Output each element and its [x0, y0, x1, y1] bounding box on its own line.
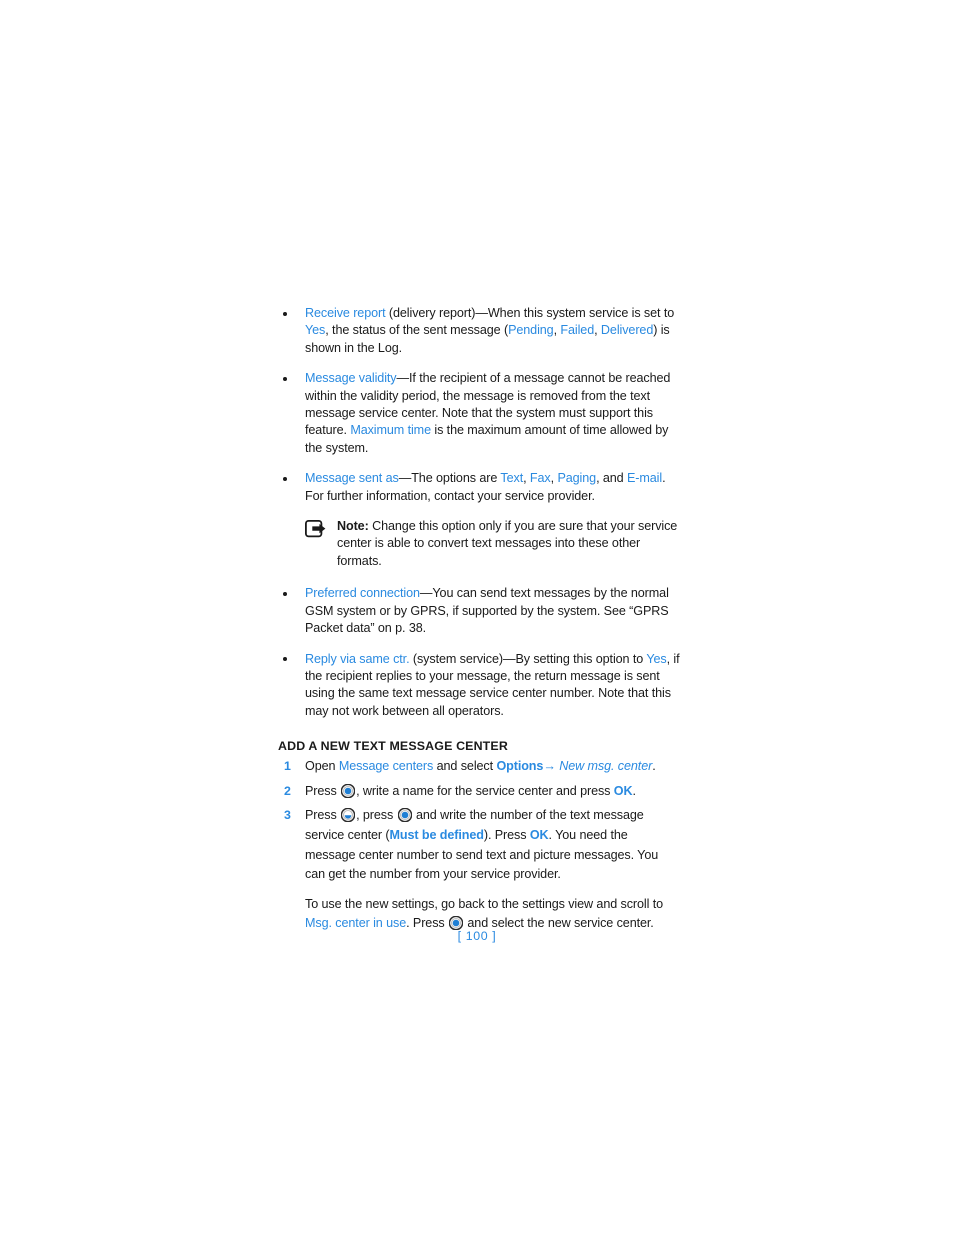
emphasis-run: Options: [496, 759, 544, 774]
step-item-2: 2 Press , write a name for the service ce…: [278, 782, 680, 802]
numbered-step-list: 1 Open Message centers and select Options…: [278, 757, 680, 934]
text-run: ,: [523, 471, 530, 486]
text-run: Open: [305, 759, 339, 774]
emphasis-run: Delivered: [600, 323, 654, 338]
emphasis-run: Message validity: [305, 371, 397, 386]
joystick-select-icon: [397, 807, 412, 823]
text-run: .: [632, 783, 637, 798]
emphasis-run: Preferred connection: [305, 586, 420, 601]
text-run: and select: [433, 759, 497, 774]
emphasis-run: E-mail: [626, 471, 663, 486]
bullet-item-preferred-connection: Preferred connection—You can send text m…: [278, 585, 680, 637]
text-run: Press: [305, 808, 341, 823]
step-item-1: 1 Open Message centers and select Options…: [278, 757, 680, 777]
bullet-item-receive-report: Receive report (delivery report)—When th…: [278, 305, 680, 357]
text-run: (system service)—By setting this option …: [409, 651, 647, 666]
emphasis-run: Pending: [508, 323, 554, 338]
emphasis-run: OK: [529, 827, 549, 842]
bullet-list: Receive report (delivery report)—When th…: [278, 305, 680, 720]
text-run: ). Press: [483, 827, 530, 842]
bullet-item-message-sent-as: Message sent as—The options are Text, Fa…: [278, 470, 680, 505]
step-subparagraph: To use the new settings, go back to the …: [305, 895, 680, 934]
section-heading: ADD A NEW TEXT MESSAGE CENTER: [278, 739, 508, 754]
emphasis-run: Must be defined: [389, 827, 484, 842]
text-run: .: [652, 759, 656, 774]
joystick-scroll-down-icon: [340, 807, 356, 823]
emphasis-run: Message centers: [338, 759, 434, 774]
page-content: Receive report (delivery report)—When th…: [278, 305, 680, 939]
bullet-dot-icon: [283, 311, 287, 316]
page-number: [ 100 ]: [457, 929, 497, 943]
emphasis-run: →: [543, 759, 556, 774]
note-block: Note: Change this option only if you are…: [278, 518, 680, 570]
bullet-dot-icon: [283, 476, 287, 481]
note-body: Change this option only if you are sure …: [337, 519, 678, 568]
emphasis-run: Receive report: [305, 306, 386, 320]
emphasis-run: Failed: [560, 323, 595, 338]
emphasis-run: Message sent as: [305, 471, 399, 486]
text-run: ,: [594, 323, 601, 338]
text-run: , and: [596, 471, 627, 486]
text-run: —The options are: [398, 471, 501, 486]
text-run: , write a name for the service center an…: [356, 783, 614, 798]
bullet-dot-icon: [283, 657, 287, 661]
emphasis-run: OK: [613, 783, 633, 798]
emphasis-run: New msg. center: [559, 759, 653, 774]
step-number: 2: [284, 783, 291, 798]
step-item-3: 3 Press , press and write the number of t…: [278, 806, 680, 934]
text-run: To use the new settings, go back to the …: [305, 896, 664, 911]
note-label: Note:: [337, 519, 369, 534]
bullet-item-reply-via-same-ctr: Reply via same ctr. (system service)—By …: [278, 651, 680, 721]
text-run: , the status of the sent message (: [325, 323, 509, 338]
manual-page: Receive report (delivery report)—When th…: [0, 0, 954, 1235]
note-pointer-icon: [304, 520, 328, 539]
emphasis-run: Maximum time: [350, 423, 431, 438]
bullet-dot-icon: [283, 591, 287, 596]
emphasis-run: Yes: [646, 651, 667, 666]
text-run: , press: [356, 808, 397, 823]
text-run: (delivery report)—When this system servi…: [385, 306, 675, 320]
emphasis-run: Fax: [529, 471, 551, 486]
bullet-item-message-validity: Message validity—If the recipient of a m…: [278, 370, 680, 457]
text-run: Press: [305, 783, 341, 798]
step-number: 1: [284, 759, 291, 774]
emphasis-run: Text: [500, 471, 524, 486]
emphasis-run: Reply via same ctr.: [305, 651, 410, 666]
emphasis-run: Paging: [557, 471, 597, 486]
step-number: 3: [284, 808, 291, 823]
joystick-select-icon: [340, 783, 356, 799]
emphasis-run: Yes: [305, 323, 326, 338]
bullet-dot-icon: [283, 376, 287, 381]
